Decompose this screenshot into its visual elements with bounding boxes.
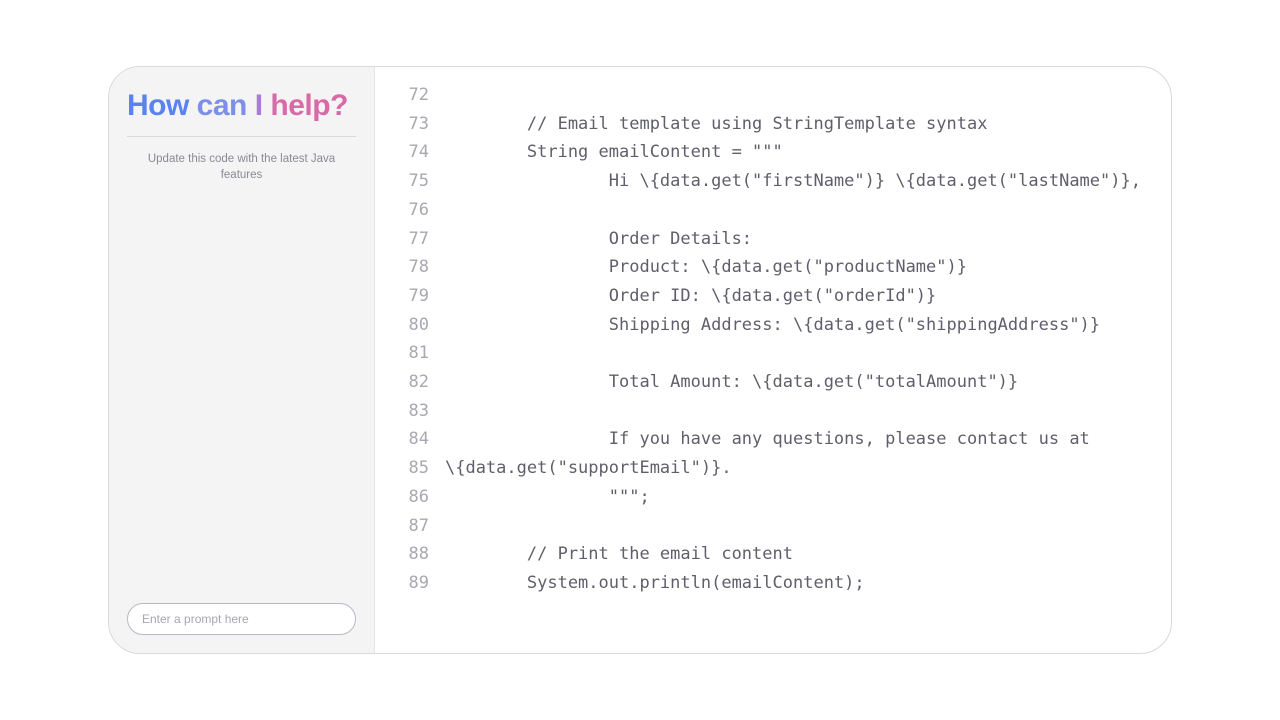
code-line[interactable]: // Print the email content [445,540,1155,569]
code-line[interactable]: \{data.get("supportEmail")}. [445,454,1155,483]
prompt-input-container [127,603,356,635]
code-line[interactable] [445,397,1155,426]
code-line[interactable] [445,81,1155,110]
code-editor[interactable]: 727374757677787980818283848586878889 // … [375,67,1171,653]
code-line[interactable] [445,196,1155,225]
prompt-input[interactable] [127,603,356,635]
code-line[interactable]: Total Amount: \{data.get("totalAmount")} [445,368,1155,397]
code-content[interactable]: // Email template using StringTemplate s… [445,81,1171,653]
line-number: 74 [375,138,429,167]
line-number: 86 [375,483,429,512]
line-number: 78 [375,253,429,282]
line-number: 75 [375,167,429,196]
line-number: 80 [375,311,429,340]
line-number: 85 [375,454,429,483]
code-line[interactable]: System.out.println(emailContent); [445,569,1155,598]
line-number: 76 [375,196,429,225]
line-number: 81 [375,339,429,368]
line-number: 73 [375,110,429,139]
headline-word-2: can [197,89,247,122]
line-number: 84 [375,425,429,454]
line-number: 87 [375,512,429,541]
code-line[interactable] [445,512,1155,541]
code-line[interactable]: Order Details: [445,225,1155,254]
line-number: 79 [375,282,429,311]
headline-word-3: I [255,89,263,122]
headline-word-1: How [127,89,189,122]
line-number: 82 [375,368,429,397]
line-number: 72 [375,81,429,110]
code-line[interactable]: If you have any questions, please contac… [445,425,1155,454]
line-number: 83 [375,397,429,426]
code-line[interactable]: Hi \{data.get("firstName")} \{data.get("… [445,167,1155,196]
line-number: 88 [375,540,429,569]
code-line[interactable]: Product: \{data.get("productName")} [445,253,1155,282]
line-number: 77 [375,225,429,254]
app-window: How can I help? Update this code with th… [108,66,1172,654]
headline-word-4: help? [270,89,348,122]
sidebar: How can I help? Update this code with th… [109,67,375,653]
code-line[interactable]: """; [445,483,1155,512]
line-number: 89 [375,569,429,598]
headline: How can I help? [127,89,356,137]
line-number-gutter: 727374757677787980818283848586878889 [375,81,445,653]
code-line[interactable]: // Email template using StringTemplate s… [445,110,1155,139]
code-line[interactable]: String emailContent = """ [445,138,1155,167]
sample-prompt[interactable]: Update this code with the latest Java fe… [127,151,356,183]
code-line[interactable]: Order ID: \{data.get("orderId")} [445,282,1155,311]
code-line[interactable]: Shipping Address: \{data.get("shippingAd… [445,311,1155,340]
code-line[interactable] [445,339,1155,368]
